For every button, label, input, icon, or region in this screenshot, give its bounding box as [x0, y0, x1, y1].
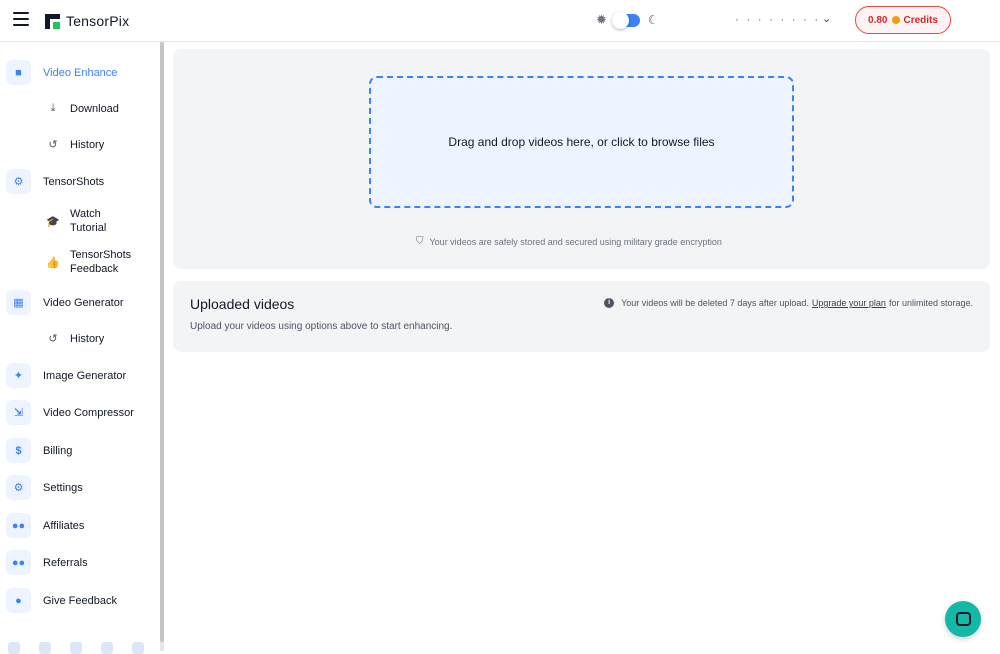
hamburger-menu-icon[interactable] — [13, 12, 29, 26]
uploaded-videos-title: Uploaded videos — [190, 296, 295, 312]
credits-amount: 0.80 — [868, 14, 888, 26]
brand-logo[interactable]: TensorPix — [45, 12, 129, 30]
sidebar-item-give-feedback[interactable]: ● Give Feedback — [6, 588, 117, 613]
social-links — [8, 642, 163, 654]
deletion-notice: i Your videos will be deleted 7 days aft… — [604, 298, 973, 308]
sidebar-item-history-generator[interactable]: ↺ History — [46, 332, 104, 346]
user-group-icon: ●● — [6, 550, 31, 575]
video-icon: ■ — [6, 60, 31, 85]
settings-icon: ⚙ — [6, 475, 31, 500]
upload-panel: Drag and drop videos here, or click to b… — [173, 49, 990, 269]
sidebar-scrollbar[interactable] — [160, 42, 164, 651]
sidebar-item-watch-tutorial[interactable]: 🎓 Watch Tutorial — [46, 207, 106, 235]
uploaded-videos-panel: Uploaded videos Upload your videos using… — [173, 281, 990, 352]
gear-icon: ⚙ — [6, 169, 31, 194]
uploaded-videos-subtitle: Upload your videos using options above t… — [190, 321, 453, 332]
history-icon: ↺ — [48, 139, 58, 151]
sidebar-item-tensorshots-feedback[interactable]: 👍 TensorShots Feedback — [46, 248, 131, 276]
security-note: ⛉ Your videos are safely stored and secu… — [416, 236, 722, 247]
sidebar: ■ Video Enhance ⤓ Download ↺ History ⚙ T… — [0, 42, 160, 651]
moon-icon: ☾ — [647, 13, 659, 27]
social-icon[interactable] — [39, 642, 51, 654]
tensorpix-logo-icon — [45, 13, 60, 29]
users-icon: ●● — [6, 513, 31, 538]
shield-check-icon: ⛉ — [416, 236, 424, 247]
sidebar-item-download[interactable]: ⤓ Download — [46, 102, 119, 115]
credits-label: Credits — [903, 14, 938, 26]
social-icon[interactable] — [101, 642, 113, 654]
sidebar-item-referrals[interactable]: ●● Referrals — [6, 550, 88, 575]
theme-switch[interactable] — [611, 11, 640, 29]
sidebar-item-video-compressor[interactable]: ⇲ Video Compressor — [6, 400, 134, 425]
social-icon[interactable] — [8, 642, 20, 654]
dollar-icon: $ — [6, 438, 31, 463]
sidebar-item-video-enhance[interactable]: ■ Video Enhance — [6, 60, 117, 85]
chat-bubble-icon: ● — [6, 588, 31, 613]
film-icon: ▦ — [6, 290, 31, 315]
sun-icon: ✹ — [596, 12, 607, 27]
sidebar-item-affiliates[interactable]: ●● Affiliates — [6, 513, 84, 538]
info-icon: i — [604, 298, 615, 308]
chevron-down-icon[interactable]: ⌄ — [822, 12, 831, 25]
brand-name: TensorPix — [66, 13, 130, 29]
coin-icon — [891, 16, 900, 24]
credits-button[interactable]: 0.80 Credits — [855, 6, 951, 34]
download-icon: ⤓ — [50, 102, 56, 114]
history-icon: ↺ — [48, 333, 58, 345]
dropzone-text: Drag and drop videos here, or click to b… — [448, 135, 715, 149]
chat-icon — [955, 612, 971, 626]
chat-support-button[interactable] — [945, 601, 981, 637]
top-header: TensorPix ✹ ☾ · · · · · · · · ⌄ 0.80 Cre… — [0, 0, 1000, 42]
social-icon[interactable] — [132, 642, 144, 654]
sidebar-item-video-generator[interactable]: ▦ Video Generator — [6, 290, 124, 315]
sidebar-item-tensorshots[interactable]: ⚙ TensorShots — [6, 169, 104, 194]
thumbs-icon: 👍 — [46, 256, 60, 269]
magic-wand-icon: ✦ — [6, 363, 31, 388]
social-icon[interactable] — [70, 642, 82, 654]
sidebar-item-history[interactable]: ↺ History — [46, 138, 104, 152]
sidebar-item-billing[interactable]: $ Billing — [6, 438, 72, 463]
theme-toggle[interactable]: ✹ ☾ — [596, 11, 659, 29]
sidebar-item-settings[interactable]: ⚙ Settings — [6, 475, 83, 500]
sidebar-item-image-generator[interactable]: ✦ Image Generator — [6, 363, 126, 388]
upgrade-plan-link[interactable]: Upgrade your plan — [812, 298, 886, 308]
video-dropzone[interactable]: Drag and drop videos here, or click to b… — [369, 76, 794, 208]
graduation-cap-icon: 🎓 — [46, 215, 60, 228]
user-name[interactable]: · · · · · · · · — [735, 12, 820, 26]
compress-icon: ⇲ — [6, 400, 31, 425]
